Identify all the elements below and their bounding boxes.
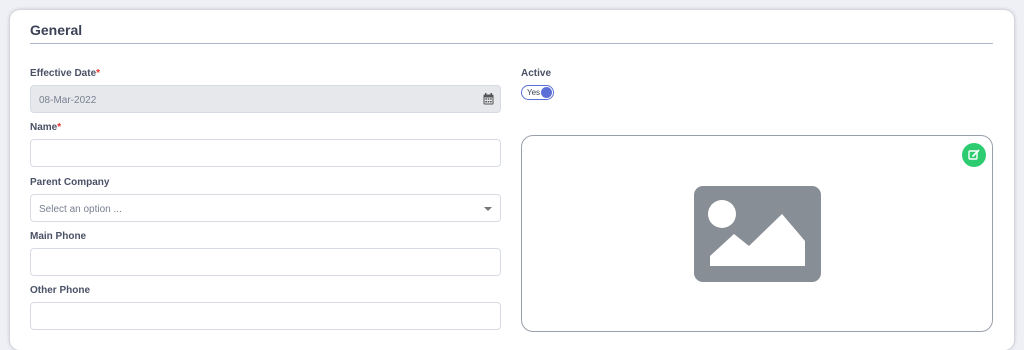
toggle-yes-text: Yes: [527, 88, 541, 97]
parent-company-placeholder: Select an option ...: [39, 204, 122, 215]
effective-date-value: 08-Mar-2022: [39, 95, 97, 106]
name-label-text: Name: [30, 122, 58, 133]
effective-date-field: 08-Mar-2022: [30, 85, 501, 113]
parent-company-select[interactable]: Select an option ...: [30, 194, 501, 222]
other-phone-input[interactable]: [30, 302, 501, 330]
main-phone-input[interactable]: [30, 248, 501, 276]
toggle-knob: [541, 87, 552, 98]
name-input[interactable]: [30, 139, 501, 167]
edit-icon: [968, 149, 980, 160]
edit-image-button[interactable]: [962, 143, 986, 167]
name-label: Name*: [30, 122, 61, 133]
active-toggle[interactable]: Yes: [521, 85, 554, 100]
general-card: General Effective Date* 08-Mar-2022 Name…: [10, 10, 1014, 350]
image-upload-box[interactable]: [521, 135, 993, 332]
chevron-down-icon: [484, 207, 492, 211]
section-title: General: [30, 22, 83, 38]
calendar-icon[interactable]: [483, 93, 494, 105]
parent-company-label: Parent Company: [30, 177, 110, 188]
required-mark: *: [57, 122, 62, 133]
other-phone-label: Other Phone: [30, 285, 91, 296]
active-label: Active: [521, 68, 552, 79]
main-phone-label: Main Phone: [30, 231, 87, 242]
effective-date-label-text: Effective Date: [30, 68, 97, 79]
required-mark: *: [96, 68, 101, 79]
image-placeholder-icon: [694, 186, 821, 282]
section-divider: [30, 43, 993, 44]
effective-date-label: Effective Date*: [30, 68, 100, 79]
